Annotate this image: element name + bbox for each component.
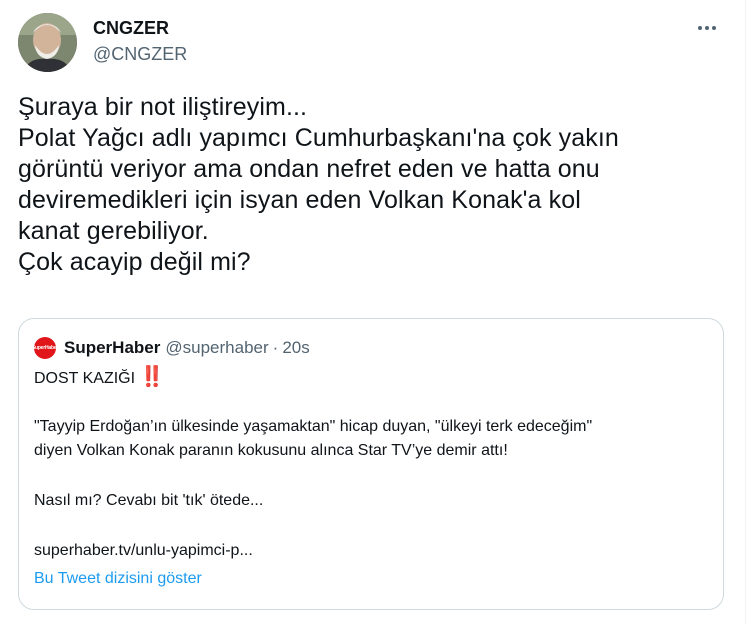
quoted-teaser: Nasıl mı? Cevabı bit 'tık' ötede... bbox=[34, 492, 264, 509]
quoted-separator: · bbox=[272, 338, 279, 357]
quoted-avatar-logo-text: SuperHaber bbox=[31, 345, 59, 351]
tweet-text-line: deviremedikleri için isyan eden Volkan K… bbox=[18, 186, 581, 214]
more-horizontal-icon-dot bbox=[705, 26, 709, 30]
quoted-avatar: SuperHaber bbox=[31, 337, 59, 359]
show-thread-link[interactable]: Bu Tweet dizisini göster bbox=[34, 567, 202, 591]
author-handle[interactable]: @CNGZER bbox=[93, 43, 187, 65]
tweet-text-line: kanat gerebiliyor. bbox=[18, 217, 209, 245]
tweet-container: CNGZER @CNGZER Şuraya bir not iliştireyi… bbox=[0, 0, 746, 624]
quoted-headline-row: DOST KAZIĞI ‼️ bbox=[34, 365, 165, 391]
author-display-name[interactable]: CNGZER bbox=[93, 17, 187, 39]
quoted-paragraph-line: "Tayyip Erdoğan’ın ülkesinde yaşamaktan"… bbox=[34, 418, 593, 435]
tweet-text-line: Polat Yağcı adlı yapımcı Cumhurbaşkanı'n… bbox=[18, 124, 619, 152]
quoted-timestamp: 20s bbox=[282, 338, 310, 357]
avatar[interactable] bbox=[18, 13, 77, 72]
quoted-tweet-header: SuperHaber SuperHaber @superhaber · 20s bbox=[31, 337, 310, 359]
quoted-paragraph-line: diyen Volkan Konak paranın kokusunu alın… bbox=[34, 442, 508, 459]
double-exclamation-icon: ‼️ bbox=[139, 366, 165, 388]
author-names: CNGZER @CNGZER bbox=[93, 17, 187, 65]
quoted-handle: @superhaber bbox=[165, 338, 269, 357]
tweet-text-line: görüntü veriyor ama ondan nefret eden ve… bbox=[18, 155, 600, 183]
quoted-display-name: SuperHaber bbox=[64, 338, 161, 357]
more-options-button[interactable] bbox=[690, 13, 724, 43]
quoted-headline: DOST KAZIĞI bbox=[34, 370, 136, 387]
tweet-text-line: Şuraya bir not iliştireyim... bbox=[18, 93, 308, 121]
quoted-tweet-card[interactable]: SuperHaber SuperHaber @superhaber · 20s … bbox=[18, 318, 724, 610]
more-horizontal-icon bbox=[698, 26, 702, 30]
tweet-text-line: Çok acayip değil mi? bbox=[18, 248, 251, 276]
avatar-photo bbox=[18, 13, 77, 72]
tweet-text: Şuraya bir not iliştireyim... Polat Yağc… bbox=[18, 92, 730, 278]
more-horizontal-icon-dot bbox=[712, 26, 716, 30]
tweet-header: CNGZER @CNGZER bbox=[18, 13, 730, 75]
quoted-link[interactable]: superhaber.tv/unlu-yapimci-p... bbox=[34, 539, 253, 563]
